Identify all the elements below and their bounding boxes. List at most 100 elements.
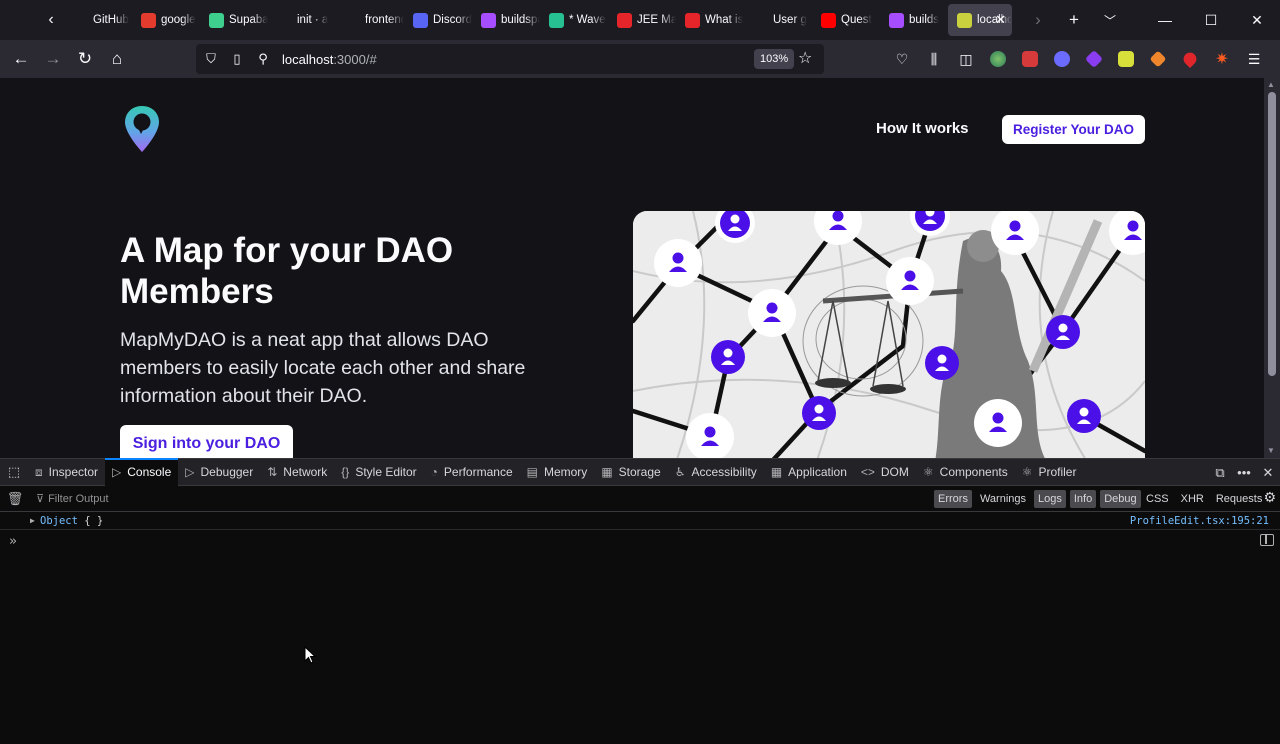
- scroll-down-icon[interactable]: ▼: [1267, 446, 1275, 455]
- register-dao-button[interactable]: Register Your DAO: [1002, 115, 1145, 144]
- scroll-up-icon[interactable]: ▲: [1267, 80, 1275, 89]
- page-scrollbar[interactable]: ▲ ▼: [1264, 78, 1280, 458]
- sidebar-button[interactable]: ◫: [950, 40, 982, 78]
- close-window-button[interactable]: ✕: [1234, 0, 1280, 40]
- browser-tab[interactable]: builds: [880, 4, 948, 36]
- devtools-tab-storage[interactable]: ▦ Storage: [594, 459, 667, 486]
- dock-toggle-button[interactable]: ⧉: [1208, 465, 1232, 481]
- page-info-icon[interactable]: ▯: [224, 51, 250, 67]
- request-filter-xhr[interactable]: XHR: [1177, 490, 1208, 508]
- url-bar[interactable]: ⛉ ▯ ⚲ localhost:3000/# 103% ☆: [196, 44, 824, 74]
- devtools-tab-label: Storage: [618, 465, 661, 479]
- devtools-tab-console[interactable]: ▷ Console: [105, 457, 179, 486]
- scroll-thumb[interactable]: [1268, 92, 1276, 376]
- bookmark-star-icon[interactable]: ☆: [798, 48, 812, 68]
- devtools-tab-label: Memory: [543, 465, 588, 479]
- browser-tab[interactable]: * Wave: [540, 4, 608, 36]
- browser-tab[interactable]: localhost✕: [948, 4, 1012, 36]
- permissions-icon[interactable]: ⚲: [250, 51, 276, 67]
- extension-earth[interactable]: [982, 40, 1014, 78]
- browser-tab[interactable]: GitHub: [64, 4, 132, 36]
- close-devtools-button[interactable]: ✕: [1256, 465, 1280, 481]
- browser-tab[interactable]: google: [132, 4, 200, 36]
- console-log-entry[interactable]: ▶ Object { } ProfileEdit.tsx:195:21: [0, 512, 1280, 530]
- list-all-tabs-button[interactable]: ﹀: [1092, 0, 1128, 40]
- devtools-tab-inspector[interactable]: ⧈ Inspector: [28, 459, 105, 486]
- logged-object[interactable]: Object { }: [40, 515, 103, 527]
- extension-red[interactable]: [1014, 40, 1046, 78]
- forward-button[interactable]: →: [37, 43, 69, 75]
- tab-scroll-right-button[interactable]: ›: [1020, 0, 1056, 40]
- devtools-tab-accessibility[interactable]: ♿ Accessibility: [668, 459, 764, 486]
- browser-tab[interactable]: JEE Main: [608, 4, 676, 36]
- github-icon: [277, 12, 292, 28]
- app-menu-button[interactable]: ☰: [1238, 40, 1270, 78]
- tab-scroll-left-button[interactable]: ‹: [36, 0, 66, 40]
- close-tab-icon[interactable]: ✕: [995, 12, 1006, 28]
- reload-button[interactable]: ↻: [69, 43, 101, 75]
- log-level-errors[interactable]: Errors: [934, 490, 972, 508]
- clear-console-button[interactable]: 🗑: [0, 491, 30, 507]
- editor-mode-toggle-icon[interactable]: [1260, 534, 1274, 546]
- sign-in-button[interactable]: Sign into your DAO: [120, 425, 293, 458]
- devtools-tab-performance[interactable]: ◔ Performance: [424, 459, 520, 486]
- extension-yellow[interactable]: [1110, 40, 1142, 78]
- library-button[interactable]: ⫼: [918, 40, 950, 78]
- browser-tab[interactable]: Discord: [404, 4, 472, 36]
- request-filter-requests[interactable]: Requests: [1212, 490, 1266, 508]
- devtools-tab-network[interactable]: ⇅ Network: [260, 459, 334, 486]
- expand-triangle-icon[interactable]: ▶: [30, 516, 40, 525]
- extension-hex[interactable]: [1078, 40, 1110, 78]
- chevron-left-icon: ‹: [48, 11, 54, 28]
- request-filter-css[interactable]: CSS: [1142, 490, 1173, 508]
- log-level-warnings[interactable]: Warnings: [976, 490, 1030, 508]
- browser-tab[interactable]: Quest: [812, 4, 880, 36]
- maximize-button[interactable]: ☐: [1188, 0, 1234, 40]
- extension-metamask[interactable]: [1142, 40, 1174, 78]
- pocket-button[interactable]: ♡: [886, 40, 918, 78]
- console-settings-gear-icon[interactable]: ⚙: [1263, 489, 1276, 506]
- console-input-line[interactable]: »: [0, 530, 1280, 552]
- devtools-menu-button[interactable]: •••: [1232, 465, 1256, 480]
- devtools-tab-label: Style Editor: [355, 465, 417, 479]
- url-text[interactable]: localhost:3000/#: [282, 52, 377, 67]
- devtools-tab-label: Performance: [443, 465, 513, 479]
- maximize-icon: ☐: [1204, 11, 1218, 28]
- devtools-tab-memory[interactable]: ▤ Memory: [520, 459, 595, 486]
- how-it-works-link[interactable]: How It works: [876, 120, 969, 137]
- back-button[interactable]: ←: [5, 43, 37, 75]
- extension-burst[interactable]: ✷: [1206, 40, 1238, 78]
- jee-icon: [617, 12, 632, 28]
- zoom-level-badge[interactable]: 103%: [754, 49, 795, 69]
- devtools-tab-dom[interactable]: <> DOM: [854, 459, 916, 486]
- devtools-tab-components[interactable]: ⚛ Components: [916, 459, 1015, 486]
- new-tab-button[interactable]: +: [1056, 0, 1092, 40]
- browser-tab[interactable]: init · a: [268, 4, 336, 36]
- log-level-logs[interactable]: Logs: [1034, 490, 1066, 508]
- log-level-debug[interactable]: Debug: [1100, 490, 1141, 508]
- supabase-icon: [209, 12, 224, 28]
- filter-output-input[interactable]: ⊽ Filter Output: [36, 489, 336, 509]
- browser-tab[interactable]: buildspace: [472, 4, 540, 36]
- extension-pin[interactable]: [1174, 40, 1206, 78]
- log-level-info[interactable]: Info: [1069, 490, 1097, 508]
- devtools-tab-style-editor[interactable]: {} Style Editor: [334, 459, 423, 486]
- mapmydao-logo-icon[interactable]: [122, 104, 162, 154]
- browser-tab[interactable]: What is: [676, 4, 744, 36]
- devtools-tab-debugger[interactable]: ▷ Debugger: [178, 459, 260, 486]
- minimize-button[interactable]: —: [1142, 0, 1188, 40]
- browser-tab[interactable]: Supabase: [200, 4, 268, 36]
- tracking-protection-icon[interactable]: ⛉: [198, 51, 224, 67]
- browser-tab[interactable]: frontend: [336, 4, 404, 36]
- source-location-link[interactable]: ProfileEdit.tsx:195:21: [1130, 515, 1269, 527]
- devtools-tab-list: ⧈ Inspector ▷ Console ▷ Debugger ⇅ Network {} Sty…: [28, 457, 1084, 486]
- plus-icon: +: [1069, 10, 1079, 29]
- devtools-tab-profiler[interactable]: ⚛ Profiler: [1015, 459, 1084, 486]
- browser-tab[interactable]: User g: [744, 4, 812, 36]
- home-button[interactable]: ⌂: [101, 43, 133, 75]
- devtools-tab-application[interactable]: ▦ Application: [764, 459, 854, 486]
- window-controls: — ☐ ✕: [1142, 0, 1280, 40]
- extension-purple-circle[interactable]: [1046, 40, 1078, 78]
- element-picker-button[interactable]: ⬚: [0, 458, 28, 486]
- request-filters: CSS XHR Requests: [1142, 490, 1270, 508]
